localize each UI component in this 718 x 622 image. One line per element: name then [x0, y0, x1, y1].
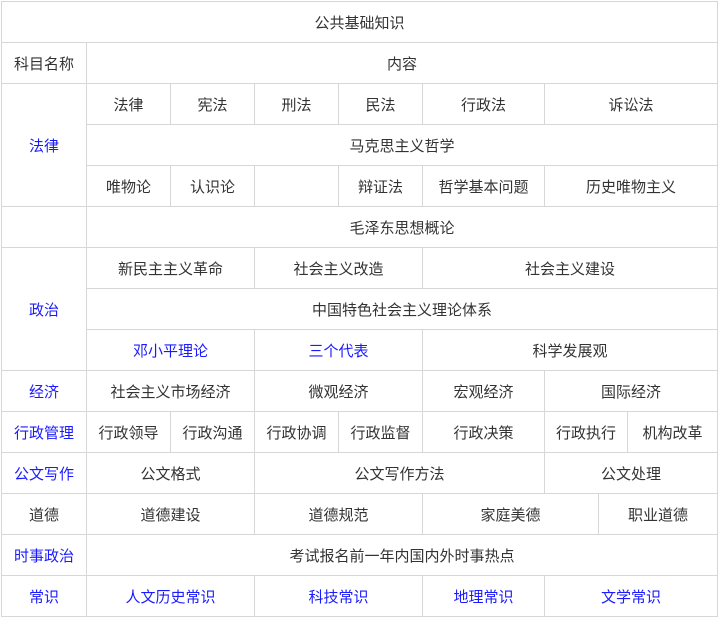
politics-row: 政治 新民主主义革命 社会主义改造 社会主义建设 [1, 247, 718, 371]
admin-item: 行政决策 [422, 411, 545, 453]
admin-item: 行政领导 [86, 411, 171, 453]
law-item: 民法 [338, 83, 423, 125]
writing-item: 公文处理 [543, 452, 718, 494]
admin-item: 机构改革 [626, 411, 718, 453]
content-header: 内容 [85, 42, 718, 84]
socialism-theory-heading: 中国特色社会主义理论体系 [85, 288, 718, 330]
politics-item: 社会主义改造 [254, 247, 423, 289]
economy-item: 国际经济 [543, 370, 718, 412]
table-title: 公共基础知识 [0, 1, 718, 43]
morality-item: 家庭美德 [422, 493, 599, 535]
writing-row: 公文写作 公文格式 公文写作方法 公文处理 [1, 452, 718, 494]
subject-economy-link[interactable]: 经济 [1, 370, 87, 412]
philosophy-item: 认识论 [170, 165, 255, 207]
admin-row: 行政管理 行政领导 行政沟通 行政协调 行政监督 行政决策 行政执行 机构改革 [1, 411, 718, 453]
current-affairs-content: 考试报名前一年内国内外时事热点 [85, 534, 718, 576]
morality-item: 道德规范 [254, 493, 423, 535]
socialism-heading-row: 中国特色社会主义理论体系 [2, 288, 718, 330]
admin-item: 行政监督 [338, 411, 423, 453]
writing-item: 公文写作方法 [254, 452, 545, 494]
philosophy-item: 历史唯物主义 [543, 165, 718, 207]
law-item: 宪法 [170, 83, 255, 125]
philosophy-item: 辩证法 [338, 165, 423, 207]
empty-subject-cell [1, 206, 87, 248]
theory-scientific-development: 科学发展观 [421, 329, 718, 371]
law-item: 诉讼法 [543, 83, 718, 125]
admin-item: 行政协调 [254, 411, 339, 453]
mao-heading: 毛泽东思想概论 [85, 206, 718, 248]
subject-common-knowledge-link[interactable]: 常识 [1, 575, 87, 617]
economy-item: 微观经济 [254, 370, 423, 412]
theory-deng-link[interactable]: 邓小平理论 [86, 329, 255, 371]
admin-item: 行政沟通 [170, 411, 255, 453]
law-row: 法律 法律 宪法 刑法 民法 行政法 诉讼法 [1, 83, 718, 207]
morality-row: 道德 道德建设 道德规范 家庭美德 职业道德 [1, 493, 718, 535]
economy-row: 经济 社会主义市场经济 微观经济 宏观经济 国际经济 [1, 370, 718, 412]
subject-admin-link[interactable]: 行政管理 [1, 411, 87, 453]
subject-header: 科目名称 [1, 42, 87, 84]
subject-morality: 道德 [1, 493, 87, 535]
philosophy-item: 哲学基本问题 [422, 165, 545, 207]
subject-writing-link[interactable]: 公文写作 [1, 452, 87, 494]
morality-item: 职业道德 [597, 493, 718, 535]
common-knowledge-link[interactable]: 科技常识 [254, 575, 423, 617]
current-affairs-row: 时事政治 考试报名前一年内国内外时事热点 [1, 534, 718, 576]
politics-item: 社会主义建设 [421, 247, 718, 289]
writing-item: 公文格式 [86, 452, 255, 494]
knowledge-table: 公共基础知识 科目名称 内容 法律 法律 宪法 刑法 民法 行政法 诉讼法 马克… [0, 1, 718, 617]
theory-three-represents-link[interactable]: 三个代表 [254, 329, 423, 371]
mao-row: 毛泽东思想概论 [1, 206, 718, 248]
philosophy-row: 唯物论 认识论 辩证法 哲学基本问题 历史唯物主义 [2, 165, 718, 207]
common-knowledge-link[interactable]: 地理常识 [422, 575, 545, 617]
subject-politics-link[interactable]: 政治 [1, 247, 87, 371]
philosophy-heading-row: 马克思主义哲学 [2, 124, 718, 166]
philosophy-heading: 马克思主义哲学 [85, 124, 718, 166]
philosophy-item: 唯物论 [86, 165, 171, 207]
empty-cell [254, 165, 339, 207]
economy-item: 社会主义市场经济 [86, 370, 255, 412]
law-item: 行政法 [422, 83, 545, 125]
politics-item: 新民主主义革命 [86, 247, 255, 289]
theory-row: 邓小平理论 三个代表 科学发展观 [2, 329, 718, 371]
header-row: 科目名称 内容 [1, 42, 718, 84]
common-knowledge-link[interactable]: 人文历史常识 [86, 575, 255, 617]
law-item: 法律 [86, 83, 171, 125]
title-row: 公共基础知识 [0, 1, 718, 43]
law-item: 刑法 [254, 83, 339, 125]
admin-item: 行政执行 [544, 411, 628, 453]
subject-current-affairs-link[interactable]: 时事政治 [1, 534, 87, 576]
morality-item: 道德建设 [86, 493, 255, 535]
economy-item: 宏观经济 [422, 370, 545, 412]
common-knowledge-row: 常识 人文历史常识 科技常识 地理常识 文学常识 [1, 575, 718, 617]
subject-law-link[interactable]: 法律 [1, 83, 87, 207]
common-knowledge-link[interactable]: 文学常识 [543, 575, 718, 617]
